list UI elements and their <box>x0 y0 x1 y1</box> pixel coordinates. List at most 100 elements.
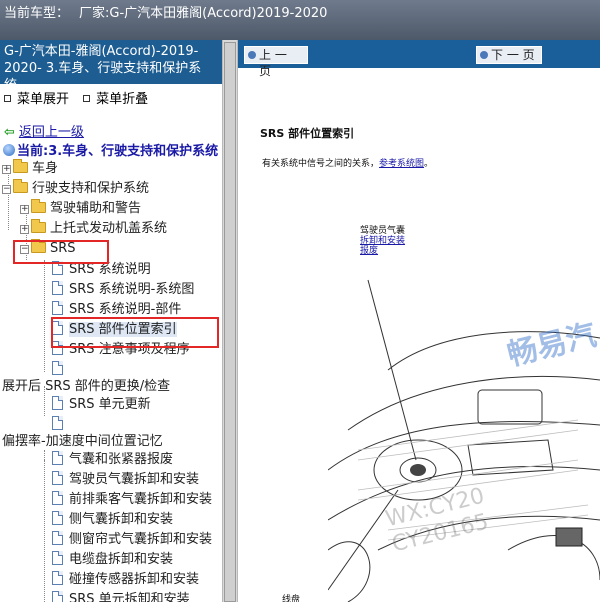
tree-item-hood-system[interactable]: + 上托式发动机盖系统 <box>20 219 167 239</box>
description-end: 。 <box>424 159 434 169</box>
tree-item-label: 气囊和张紧器报废 <box>69 452 174 467</box>
previous-page-label: 上 一 页 <box>259 48 287 78</box>
tree-item-label: 行驶支持和保护系统 <box>32 181 150 196</box>
next-page-button[interactable]: 下 一 页 <box>476 46 542 64</box>
document-description: 有关系统中信号之间的关系，参考系统图。 <box>262 156 433 169</box>
content-pane: 上 一 页 下 一 页 SRS 部件位置索引 有关系统中信号之间的关系，参考系统… <box>238 40 600 602</box>
callout-title: 驾驶员气囊 <box>360 226 406 236</box>
document-icon <box>52 281 63 295</box>
expand-toggle-icon[interactable]: + <box>20 205 29 214</box>
tree-doc-srs-replacement[interactable]: 展开后 SRS 部件的更换/检查 <box>2 377 170 397</box>
tree-doc-passenger-airbag[interactable]: 前排乘客气囊拆卸和安装 <box>52 490 212 510</box>
tree-item-label: 驾驶辅助和警告 <box>50 201 142 216</box>
cable-reel-callout: 线盘 <box>282 595 301 602</box>
folder-icon <box>31 219 46 233</box>
back-link[interactable]: 返回上一级 <box>19 125 84 140</box>
tree-doc-yaw-rate-memory[interactable]: 偏摆率-加速度中间位置记忆 <box>2 432 163 452</box>
document-title: SRS 部件位置索引 <box>260 127 355 140</box>
back-link-row[interactable]: ⇦ 返回上一级 <box>4 121 84 140</box>
tree-doc-srs-system-diagram[interactable]: SRS 系统说明-系统图 <box>52 280 194 300</box>
tree-doc-driver-airbag[interactable]: 驾驶员气囊拆卸和安装 <box>52 470 199 490</box>
scrollbar-thumb[interactable] <box>224 42 236 602</box>
driver-airbag-marker <box>410 464 426 476</box>
expand-toggle-icon[interactable]: + <box>2 165 11 174</box>
collapse-toggle-icon[interactable]: − <box>2 185 11 194</box>
tree-doc-curtain-airbag[interactable]: 侧窗帘式气囊拆卸和安装 <box>52 530 212 550</box>
vehicle-bar: 当前车型： 厂家:G-广汽本田雅阁(Accord)2019-2020 <box>0 0 600 40</box>
highlight-box-srs <box>13 240 109 264</box>
tree-item-label: 碰撞传感器拆卸和安装 <box>69 572 200 587</box>
highlight-box-location-index <box>51 317 219 348</box>
tree-doc-srs-unit-update[interactable]: SRS 单元更新 <box>52 395 151 415</box>
folder-icon <box>31 199 46 213</box>
tree-item-label: SRS 单元更新 <box>69 397 151 412</box>
document-icon <box>52 571 63 585</box>
seat-outline <box>328 541 371 602</box>
tree-item-label: 驾驶员气囊拆卸和安装 <box>69 472 200 487</box>
tree-item-label: 电缆盘拆卸和安装 <box>69 552 174 567</box>
navigation-pane: G-广汽本田-雅阁(Accord)-2019-2020- 3.车身、行驶支持和保… <box>0 40 222 602</box>
driver-airbag-callout: 驾驶员气囊 拆卸和安装 报废 <box>360 226 405 256</box>
document-icon <box>52 531 63 545</box>
tree-item-label: 车身 <box>32 161 59 176</box>
leader-line-cable-reel <box>328 489 399 591</box>
tree-item-label: SRS 系统说明-系统图 <box>69 282 195 297</box>
pane-scrollbar[interactable] <box>222 40 238 602</box>
tree-connector <box>44 460 45 602</box>
vehicle-label: 当前车型： <box>4 6 70 21</box>
expand-menu-button[interactable]: 菜单展开 <box>17 92 69 107</box>
tree-item-label: SRS 系统说明 <box>69 262 151 277</box>
description-text: 有关系统中信号之间的关系， <box>262 159 380 169</box>
page-nav-bar: 上 一 页 下 一 页 <box>238 40 600 78</box>
folder-open-icon <box>13 179 28 193</box>
document-icon <box>52 471 63 485</box>
document-icon <box>52 396 63 410</box>
vehicle-name: 厂家:G-广汽本田雅阁(Accord)2019-2020 <box>79 6 328 21</box>
expand-toggle-icon[interactable]: + <box>20 225 29 234</box>
document-icon <box>52 491 63 505</box>
leader-line-driver-airbag <box>367 279 417 461</box>
menu-controls: 菜单展开 菜单折叠 <box>0 84 222 107</box>
model-header: G-广汽本田-雅阁(Accord)-2019-2020- 3.车身、行驶支持和保… <box>0 40 222 93</box>
hatch-line <box>357 429 579 461</box>
tree-item-label: 前排乘客气囊拆卸和安装 <box>69 492 213 507</box>
hatch-line <box>357 459 579 491</box>
previous-page-button[interactable]: 上 一 页 <box>244 46 308 78</box>
tree-doc-srs-unit[interactable]: SRS 单元拆卸和安装 <box>52 590 190 602</box>
next-arrow-icon <box>480 51 488 59</box>
document-icon <box>52 301 63 315</box>
collapse-menu-button[interactable]: 菜单折叠 <box>96 92 148 107</box>
system-diagram-link[interactable]: 参考系统图 <box>379 159 424 169</box>
tree-item-label: SRS 系统说明-部件 <box>69 302 182 317</box>
document-icon <box>52 361 63 375</box>
collapse-icon <box>83 95 91 102</box>
tree-connector <box>44 260 45 372</box>
previous-arrow-icon <box>248 51 256 59</box>
seat-outline <box>507 535 600 581</box>
srs-unit-marker <box>555 527 583 547</box>
tree-doc-impact-sensor[interactable]: 碰撞传感器拆卸和安装 <box>52 570 199 590</box>
driver-airbag-disposal-link[interactable]: 报废 <box>360 246 405 256</box>
expand-icon <box>4 95 11 102</box>
next-page-label: 下 一 页 <box>491 48 535 62</box>
driver-airbag-remove-link[interactable]: 拆卸和安装 <box>360 236 405 246</box>
tree-item-label: 侧窗帘式气囊拆卸和安装 <box>69 532 213 547</box>
current-location-label: 当前:3.车身、行驶支持和保护系统 <box>17 144 219 159</box>
tree-doc-airbag-disposal[interactable]: 气囊和张紧器报废 <box>52 450 173 470</box>
tree-doc-side-airbag[interactable]: 侧气囊拆卸和安装 <box>52 510 173 530</box>
tree-item-driving-support[interactable]: − 行驶支持和保护系统 <box>2 179 149 199</box>
tree-item-label: 偏摆率-加速度中间位置记忆 <box>2 434 163 449</box>
tree-item-label: 展开后 SRS 部件的更换/检查 <box>2 379 171 394</box>
document-icon <box>52 551 63 565</box>
back-arrow-icon: ⇦ <box>4 125 15 140</box>
tree-doc-cable-reel[interactable]: 电缆盘拆卸和安装 <box>52 550 173 570</box>
center-stack-outline <box>467 439 554 476</box>
app-window: 当前车型： 厂家:G-广汽本田雅阁(Accord)2019-2020 G-广汽本田… <box>0 0 600 602</box>
location-icon <box>3 144 15 156</box>
document-icon <box>52 511 63 525</box>
current-location: 当前:3.车身、行驶支持和保护系统 <box>3 140 218 159</box>
document-icon <box>52 451 63 465</box>
tree-item-body[interactable]: + 车身 <box>2 159 58 179</box>
tree-item-driver-assist[interactable]: + 驾驶辅助和警告 <box>20 199 141 219</box>
folder-icon <box>13 159 28 173</box>
